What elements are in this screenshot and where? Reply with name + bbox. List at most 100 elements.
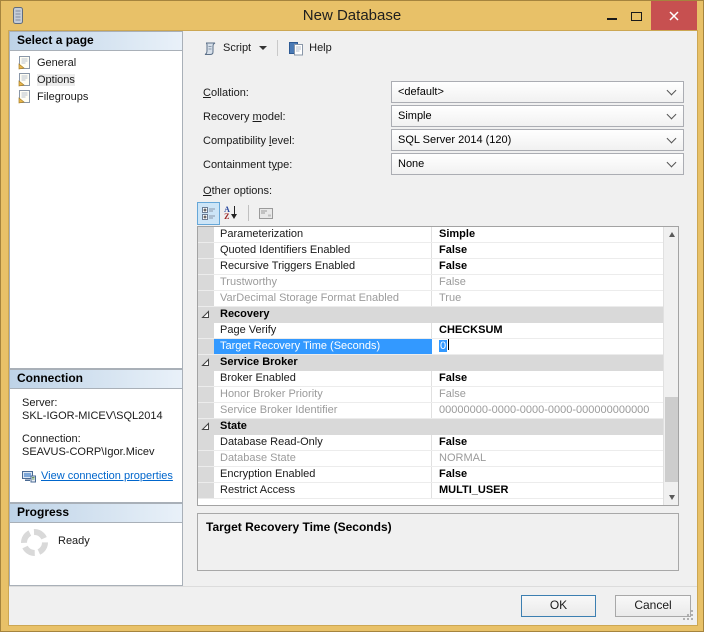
grid-row-encryption-enabled[interactable]: Encryption Enabled False bbox=[198, 467, 663, 483]
sidebar-item-options[interactable]: Options bbox=[10, 71, 182, 88]
progress-header: Progress bbox=[10, 504, 182, 523]
close-icon bbox=[668, 10, 680, 22]
category-expander-icon bbox=[201, 310, 210, 319]
grid-row-honor-broker-priority[interactable]: Honor Broker Priority False bbox=[198, 387, 663, 403]
property-name: Service Broker Identifier bbox=[214, 403, 432, 418]
property-pages-button bbox=[254, 202, 277, 225]
property-name-selected: Target Recovery Time (Seconds) bbox=[214, 339, 432, 354]
arrow-up-icon bbox=[669, 232, 675, 237]
property-grid: Parameterization Simple Quoted Identifie… bbox=[197, 226, 679, 506]
scrollbar-thumb[interactable] bbox=[665, 397, 678, 482]
toolbar-separator bbox=[277, 40, 278, 56]
property-name: Database State bbox=[214, 451, 432, 466]
resize-grip[interactable] bbox=[683, 610, 694, 621]
grid-category-recovery[interactable]: Recovery bbox=[198, 307, 663, 323]
collation-select[interactable]: <default> bbox=[391, 81, 684, 103]
property-value: True bbox=[432, 291, 663, 306]
grid-row-target-recovery-time[interactable]: Target Recovery Time (Seconds) 0 bbox=[198, 339, 663, 355]
page-icon bbox=[17, 56, 32, 70]
grid-row-quoted-identifiers-enabled[interactable]: Quoted Identifiers Enabled False bbox=[198, 243, 663, 259]
progress-body: Ready bbox=[10, 523, 182, 586]
sidebar-item-general[interactable]: General bbox=[10, 54, 182, 71]
close-button[interactable] bbox=[651, 1, 697, 30]
help-label: Help bbox=[309, 42, 332, 54]
compatibility-level-select[interactable]: SQL Server 2014 (120) bbox=[391, 129, 684, 151]
compatibility-level-value: SQL Server 2014 (120) bbox=[398, 134, 511, 146]
property-value-editor[interactable]: 0 bbox=[432, 339, 663, 354]
left-panel: Select a page General bbox=[9, 31, 183, 625]
progress-status: Ready bbox=[58, 535, 90, 547]
property-value: False bbox=[432, 259, 663, 274]
grid-row-database-state[interactable]: Database State NORMAL bbox=[198, 451, 663, 467]
recovery-model-value: Simple bbox=[398, 110, 432, 122]
property-value: Simple bbox=[432, 227, 663, 242]
chevron-down-icon bbox=[663, 109, 679, 123]
sidebar-item-label: Filegroups bbox=[37, 91, 88, 103]
containment-type-value: None bbox=[398, 158, 424, 170]
window-title: New Database bbox=[1, 7, 703, 24]
maximize-icon bbox=[631, 12, 642, 21]
view-connection-properties-link[interactable]: View connection properties bbox=[22, 470, 176, 483]
containment-type-select[interactable]: None bbox=[391, 153, 684, 175]
script-button[interactable]: Script bbox=[197, 37, 272, 59]
grid-scrollbar[interactable] bbox=[663, 227, 678, 505]
footer-separator bbox=[9, 586, 697, 587]
link-label: View connection properties bbox=[41, 470, 173, 483]
page-icon bbox=[17, 73, 32, 87]
script-dropdown-icon[interactable] bbox=[259, 46, 267, 50]
grid-row-parameterization[interactable]: Parameterization Simple bbox=[198, 227, 663, 243]
dialog-content: Select a page General bbox=[9, 31, 697, 625]
category-expander-icon bbox=[201, 358, 210, 367]
minimize-icon bbox=[607, 18, 617, 20]
maximize-button[interactable] bbox=[625, 5, 647, 27]
connection-label: Connection: bbox=[22, 433, 176, 446]
scroll-down-button[interactable] bbox=[664, 490, 679, 505]
ok-button[interactable]: OK bbox=[521, 595, 596, 617]
sidebar-item-label: Options bbox=[37, 74, 75, 86]
grid-category-state[interactable]: State bbox=[198, 419, 663, 435]
categorized-button[interactable] bbox=[197, 202, 220, 225]
property-value: 00000000-0000-0000-0000-000000000000 bbox=[432, 403, 663, 418]
category-name: Service Broker bbox=[214, 355, 298, 370]
toolbar-separator bbox=[248, 205, 249, 221]
grid-row-recursive-triggers-enabled[interactable]: Recursive Triggers Enabled False bbox=[198, 259, 663, 275]
property-value: False bbox=[432, 387, 663, 402]
compatibility-level-label: Compatibility level: bbox=[203, 135, 295, 147]
recovery-model-label: Recovery model: bbox=[203, 111, 286, 123]
cancel-button[interactable]: Cancel bbox=[615, 595, 691, 617]
property-name: Broker Enabled bbox=[214, 371, 432, 386]
sidebar-item-filegroups[interactable]: Filegroups bbox=[10, 88, 182, 105]
categorized-icon bbox=[202, 207, 216, 220]
alphabetical-button[interactable]: AZ bbox=[220, 202, 243, 225]
progress-ring-icon bbox=[21, 529, 48, 556]
property-value: CHECKSUM bbox=[432, 323, 663, 338]
property-value: False bbox=[432, 467, 663, 482]
connection-value: SEAVUS-CORP\Igor.Micev bbox=[22, 446, 176, 459]
property-value: False bbox=[432, 275, 663, 290]
recovery-model-select[interactable]: Simple bbox=[391, 105, 684, 127]
property-value: False bbox=[432, 243, 663, 258]
minimize-button[interactable] bbox=[601, 5, 623, 27]
server-value: SKL-IGOR-MICEV\SQL2014 bbox=[22, 410, 176, 423]
grid-row-broker-enabled[interactable]: Broker Enabled False bbox=[198, 371, 663, 387]
main-toolbar: Script Help bbox=[187, 31, 697, 65]
property-name: Honor Broker Priority bbox=[214, 387, 432, 402]
text-cursor bbox=[448, 339, 449, 350]
scroll-up-button[interactable] bbox=[664, 227, 679, 242]
grid-row-trustworthy[interactable]: Trustworthy False bbox=[198, 275, 663, 291]
grid-row-database-read-only[interactable]: Database Read-Only False bbox=[198, 435, 663, 451]
arrow-down-icon bbox=[669, 495, 675, 500]
main-panel: Script Help Collation: <default> bbox=[187, 31, 697, 625]
grid-row-restrict-access[interactable]: Restrict Access MULTI_USER bbox=[198, 483, 663, 499]
script-label: Script bbox=[223, 42, 251, 54]
property-name: VarDecimal Storage Format Enabled bbox=[214, 291, 432, 306]
titlebar[interactable]: New Database bbox=[1, 1, 703, 31]
page-icon bbox=[17, 90, 32, 104]
help-button[interactable]: Help bbox=[283, 37, 337, 59]
grid-category-service-broker[interactable]: Service Broker bbox=[198, 355, 663, 371]
grid-row-service-broker-identifier[interactable]: Service Broker Identifier 00000000-0000-… bbox=[198, 403, 663, 419]
grid-row-page-verify[interactable]: Page Verify CHECKSUM bbox=[198, 323, 663, 339]
connection-body: Server: SKL-IGOR-MICEV\SQL2014 Connectio… bbox=[10, 389, 182, 483]
property-value: False bbox=[432, 435, 663, 450]
grid-row-vardecimal-storage-format-enabled[interactable]: VarDecimal Storage Format Enabled True bbox=[198, 291, 663, 307]
